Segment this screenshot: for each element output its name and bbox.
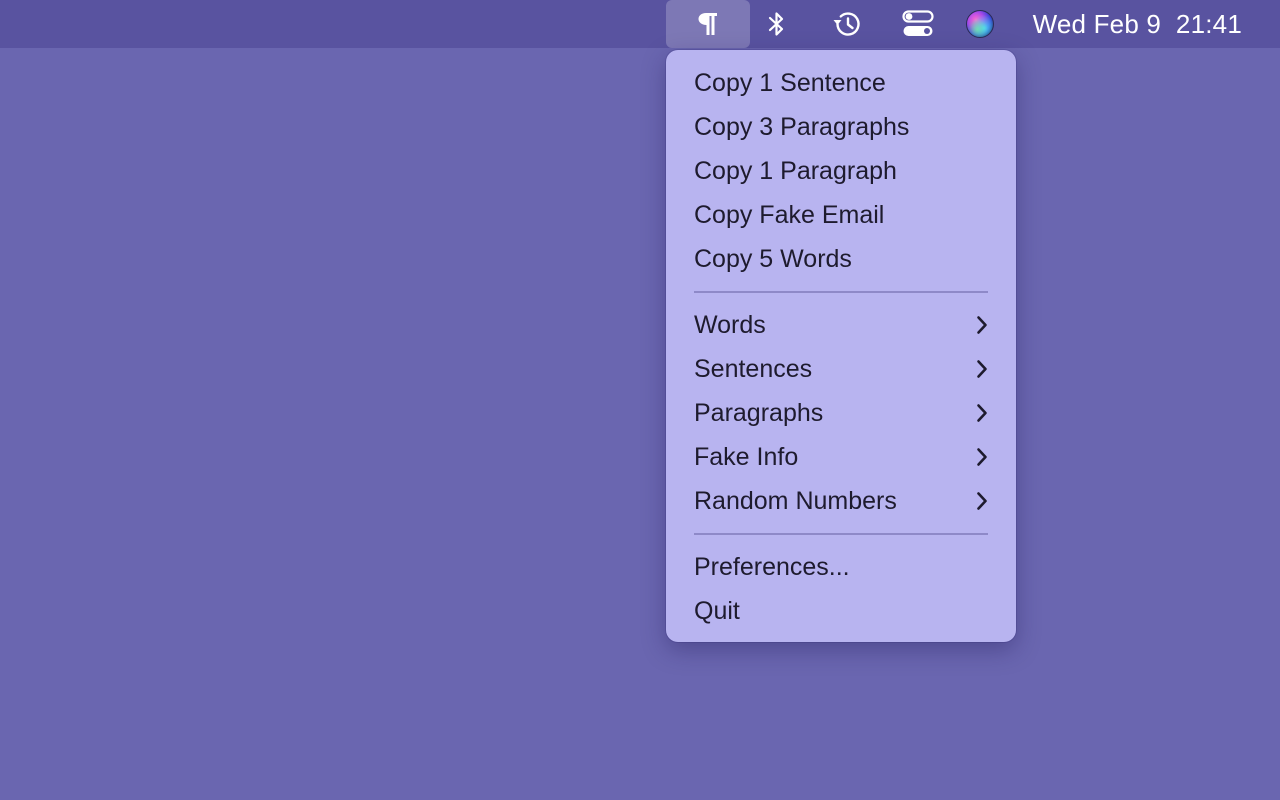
menu-item-label: Preferences...	[694, 552, 850, 581]
menu-item-paragraphs[interactable]: Paragraphs	[666, 391, 1016, 435]
chevron-right-icon	[975, 315, 989, 335]
clock-time: 21:41	[1175, 8, 1242, 39]
menu-item-label: Sentences	[694, 354, 813, 383]
menu-item-label: Copy Fake Email	[694, 200, 885, 229]
menu-item-quit[interactable]: Quit	[666, 589, 1016, 633]
menu-item-label: Copy 1 Sentence	[694, 68, 886, 97]
menu-item-label: Copy 3 Paragraphs	[694, 112, 910, 141]
siri-icon	[965, 9, 995, 39]
menu-item-label: Words	[694, 310, 766, 339]
time-machine-status-item[interactable]	[828, 0, 866, 48]
menu-item-label: Copy 5 Words	[694, 244, 852, 273]
menu-item-preferences[interactable]: Preferences...	[666, 545, 1016, 589]
siri-status-item[interactable]	[962, 0, 998, 48]
pilcrow-icon	[697, 11, 719, 37]
menu-item-label: Copy 1 Paragraph	[694, 156, 897, 185]
menu-bar: Wed Feb 9 21:41	[0, 0, 1280, 48]
menu-item-random-numbers[interactable]: Random Numbers	[666, 479, 1016, 523]
menu-bar-clock[interactable]: Wed Feb 9 21:41	[1033, 0, 1242, 48]
chevron-right-icon	[975, 403, 989, 423]
menu-item-copy-1-sentence[interactable]: Copy 1 Sentence	[666, 61, 1016, 105]
dropdown-menu: Copy 1 Sentence Copy 3 Paragraphs Copy 1…	[666, 50, 1016, 642]
menu-item-label: Random Numbers	[694, 486, 897, 515]
lorem-ipsum-status-item[interactable]	[666, 0, 750, 48]
menu-item-words[interactable]: Words	[666, 303, 1016, 347]
bluetooth-status-item[interactable]	[760, 0, 794, 48]
control-center-icon	[902, 10, 934, 38]
menu-item-copy-5-words[interactable]: Copy 5 Words	[666, 237, 1016, 281]
menu-item-copy-1-paragraph[interactable]: Copy 1 Paragraph	[666, 149, 1016, 193]
clock-date: Wed Feb 9	[1032, 8, 1162, 39]
chevron-right-icon	[975, 359, 989, 379]
menu-item-fake-info[interactable]: Fake Info	[666, 435, 1016, 479]
menu-item-label: Paragraphs	[694, 398, 824, 427]
menu-item-sentences[interactable]: Sentences	[666, 347, 1016, 391]
menu-item-copy-3-paragraphs[interactable]: Copy 3 Paragraphs	[666, 105, 1016, 149]
chevron-right-icon	[975, 491, 989, 511]
menu-separator	[694, 291, 988, 293]
chevron-right-icon	[975, 447, 989, 467]
control-center-status-item[interactable]	[898, 0, 938, 48]
menu-item-label: Quit	[694, 596, 740, 625]
menu-item-label: Fake Info	[694, 442, 799, 471]
time-machine-icon	[831, 9, 863, 39]
bluetooth-icon	[767, 10, 787, 38]
menu-item-copy-fake-email[interactable]: Copy Fake Email	[666, 193, 1016, 237]
menu-separator	[694, 533, 988, 535]
